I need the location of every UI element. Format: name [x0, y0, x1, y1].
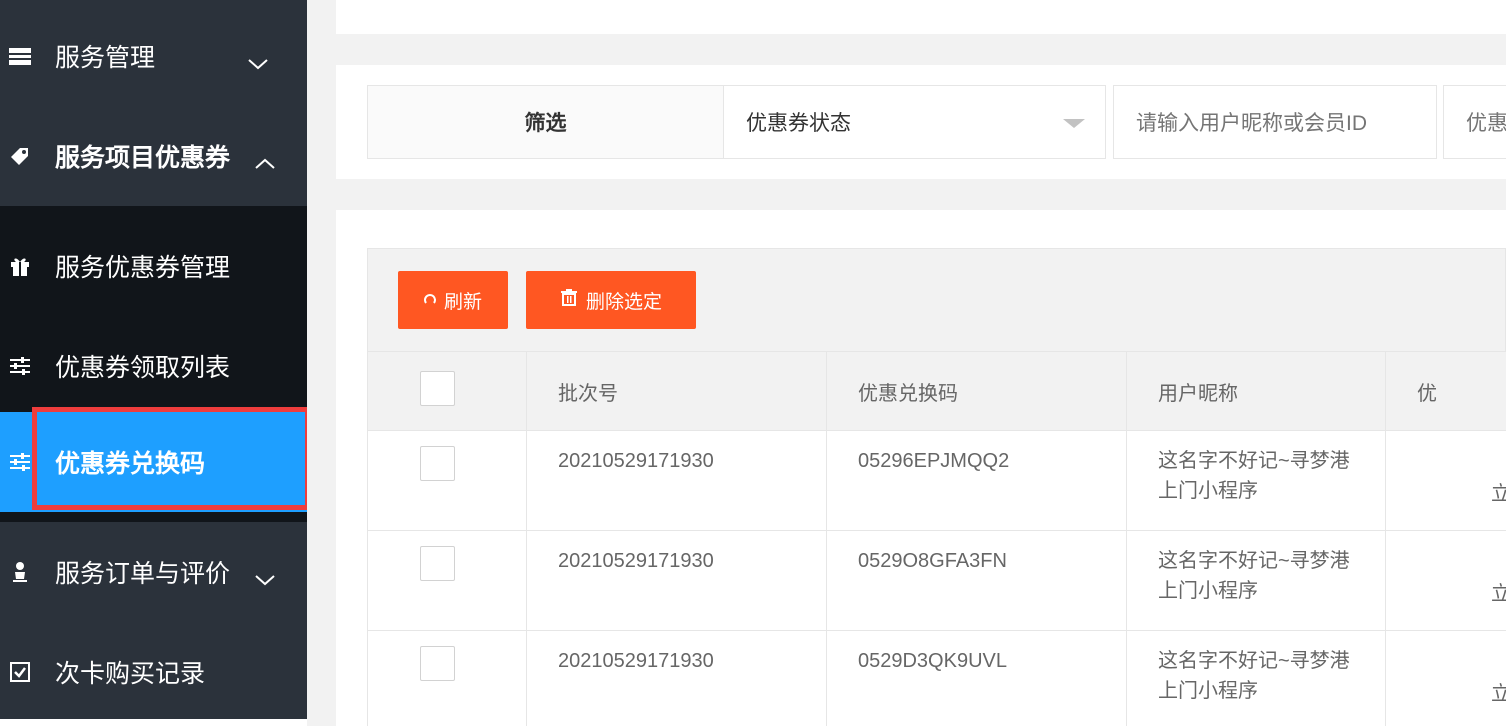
checkbox-icon: [8, 660, 32, 684]
coupon-search-placeholder: 优惠券: [1466, 112, 1506, 135]
sidebar-item-label: 服务项目优惠券: [55, 144, 231, 172]
redeem-code-table: 批次号 优惠兑换码 用户昵称 优 20210529171930 05296EPJ…: [367, 351, 1506, 726]
nickname-cell: 这名字不好记~寻梦港上门小程序: [1126, 630, 1386, 726]
sliders-icon: [8, 354, 32, 378]
delete-selected-label: 删除选定: [585, 291, 662, 313]
table-row: 20210529171930 05296EPJMQQ2 这名字不好记~寻梦港上门…: [367, 430, 1506, 531]
select-all-cell: [367, 351, 527, 431]
filter-label: 筛选: [367, 85, 724, 159]
sidebar-item-orders-reviews[interactable]: 服务订单与评价: [0, 522, 307, 622]
sidebar-item-label: 服务订单与评价: [55, 560, 231, 588]
column-header[interactable]: 批次号: [526, 351, 827, 431]
refresh-icon: [424, 289, 436, 311]
app-window: 服务管理 服务项目优惠券 服务优惠券管理 优惠券领取列表 优惠券兑换码 服务订单…: [0, 0, 1506, 726]
user-search-input[interactable]: 请输入用户昵称或会员ID: [1113, 85, 1437, 159]
server-icon: [8, 44, 32, 68]
highlight-annotation: [32, 407, 310, 510]
sidebar-item-label: 优惠券领取列表: [55, 354, 231, 382]
row-select-cell: [367, 430, 527, 531]
table-row: 20210529171930 0529O8GFA3FN 这名字不好记~寻梦港上门…: [367, 530, 1506, 631]
coupon-status-select-value: 优惠券状态: [746, 112, 851, 135]
chevron-down-icon: [247, 49, 269, 70]
select-all-checkbox[interactable]: [420, 370, 455, 406]
sidebar-item-label: 次卡购买记录: [55, 660, 206, 688]
row-checkbox[interactable]: [420, 546, 455, 581]
chevron-up-icon: [254, 149, 276, 169]
main-content: 筛选 优惠券状态 请输入用户昵称或会员ID 优惠券 刷新: [307, 0, 1506, 726]
table-toolbar: 刷新 删除选定: [367, 248, 1506, 352]
row-checkbox[interactable]: [420, 646, 455, 681]
refresh-label: 刷新: [443, 291, 482, 313]
ticket-icon: [8, 144, 32, 168]
batch-cell: 20210529171930: [526, 530, 827, 631]
sidebar-item-service-coupons[interactable]: 服务项目优惠券: [0, 106, 307, 206]
column-header[interactable]: 优惠兑换码: [826, 351, 1127, 431]
sidebar-item-coupon-claims[interactable]: 优惠券领取列表: [0, 316, 307, 416]
code-cell: 0529O8GFA3FN: [826, 530, 1127, 631]
nickname-cell: 这名字不好记~寻梦港上门小程序: [1126, 430, 1386, 531]
batch-cell: 20210529171930: [526, 430, 827, 531]
user-search-placeholder: 请输入用户昵称或会员ID: [1136, 112, 1367, 135]
nickname-text: 这名字不好记~寻梦港上门小程序: [1158, 450, 1350, 502]
sidebar-item-card-purchases[interactable]: 次卡购买记录: [0, 622, 307, 719]
nickname-text: 这名字不好记~寻梦港上门小程序: [1158, 550, 1350, 602]
gift-icon: [8, 254, 32, 278]
column-header[interactable]: 优: [1385, 351, 1506, 431]
coupon-search-input[interactable]: 优惠券: [1443, 85, 1506, 159]
user-icon: [8, 560, 32, 584]
row-select-cell: [367, 530, 527, 631]
sidebar-item-coupon-management[interactable]: 服务优惠券管理: [0, 216, 307, 316]
coupon-status-select[interactable]: 优惠券状态: [723, 85, 1106, 159]
nickname-cell: 这名字不好记~寻梦港上门小程序: [1126, 530, 1386, 631]
batch-cell: 20210529171930: [526, 630, 827, 726]
code-cell: 0529D3QK9UVL: [826, 630, 1127, 726]
trash-icon: [560, 288, 578, 312]
chevron-down-icon: [254, 565, 276, 586]
extra-cell: 立: [1385, 630, 1506, 726]
code-cell: 05296EPJMQQ2: [826, 430, 1127, 531]
nickname-text: 这名字不好记~寻梦港上门小程序: [1158, 650, 1350, 702]
delete-selected-button[interactable]: 删除选定: [526, 271, 696, 329]
row-select-cell: [367, 630, 527, 726]
sidebar-item-service-management[interactable]: 服务管理: [0, 6, 307, 106]
extra-cell: 立: [1385, 530, 1506, 631]
table-header-row: 批次号 优惠兑换码 用户昵称 优: [367, 351, 1506, 431]
row-checkbox[interactable]: [420, 446, 455, 481]
sliders-icon: [8, 450, 32, 474]
top-card: [336, 0, 1506, 34]
sidebar-item-label: 服务优惠券管理: [55, 254, 231, 282]
refresh-button[interactable]: 刷新: [398, 271, 508, 329]
table-row: 20210529171930 0529D3QK9UVL 这名字不好记~寻梦港上门…: [367, 630, 1506, 726]
filter-card: 筛选 优惠券状态 请输入用户昵称或会员ID 优惠券: [336, 65, 1506, 179]
caret-down-icon: [1063, 119, 1085, 128]
sidebar-item-label: 服务管理: [55, 44, 156, 72]
column-header[interactable]: 用户昵称: [1126, 351, 1386, 431]
sidebar: 服务管理 服务项目优惠券 服务优惠券管理 优惠券领取列表 优惠券兑换码 服务订单…: [0, 0, 307, 719]
table-card: 刷新 删除选定 批次号 优惠兑换码 用户昵称 优 20210529171930 …: [336, 210, 1506, 726]
extra-cell: 立: [1385, 430, 1506, 531]
